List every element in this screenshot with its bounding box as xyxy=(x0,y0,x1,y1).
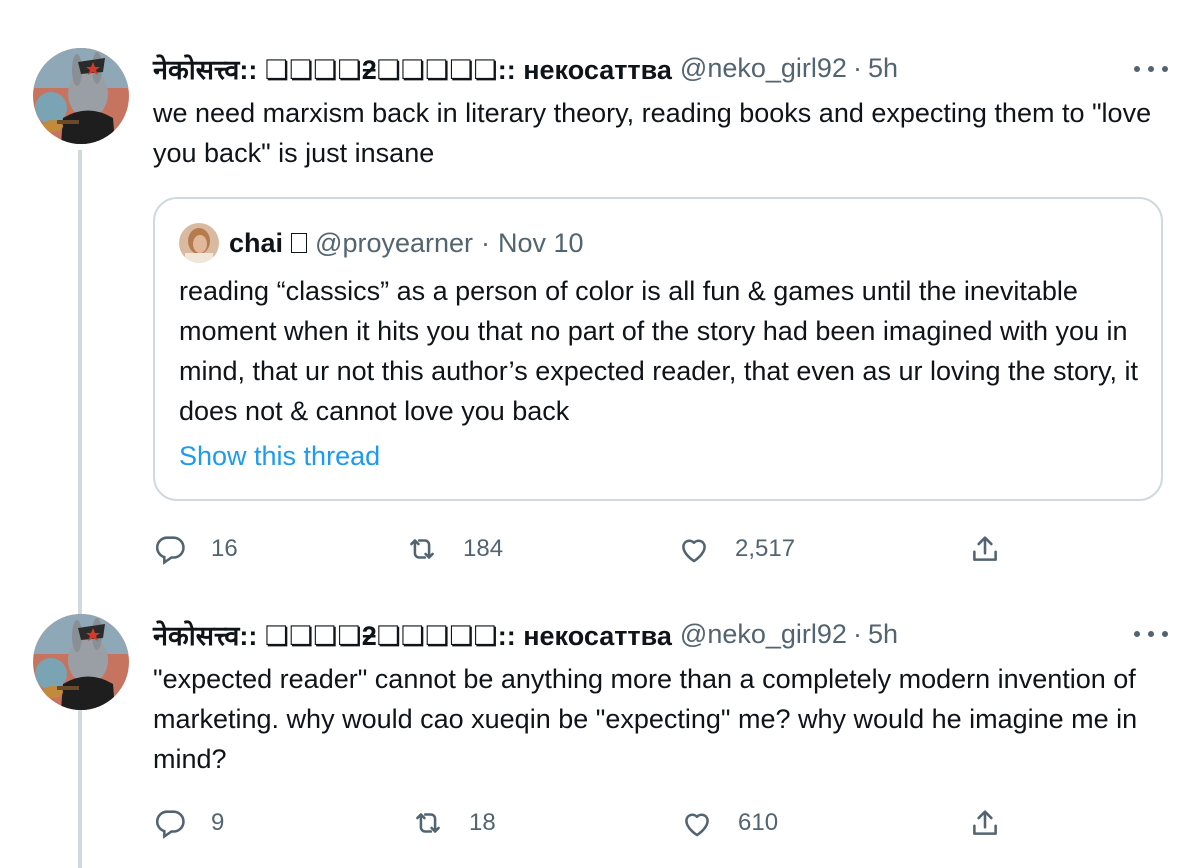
author-avatar[interactable] xyxy=(33,614,129,710)
quoted-tweet-text: reading “classics” as a person of color … xyxy=(179,276,1139,426)
separator-dot: · xyxy=(852,52,862,83)
reply-count: 9 xyxy=(211,809,225,836)
share-icon xyxy=(973,810,997,835)
share-icon xyxy=(973,536,997,561)
tweet-header: नेकोसत्त्व:: ❏❏❏❏ƻ❏❏❏❏❏:: некосаттва @ne… xyxy=(153,616,898,652)
retweet-icon xyxy=(410,539,434,559)
reply-icon xyxy=(155,810,185,839)
reply-button[interactable]: 9 xyxy=(153,803,224,843)
reply-icon xyxy=(155,536,185,565)
tweet-text: "expected reader" cannot be anything mor… xyxy=(153,664,1138,774)
like-count: 610 xyxy=(738,809,779,836)
quoted-author-avatar xyxy=(179,223,219,263)
author-name[interactable]: नेकोसत्त्व:: ❏❏❏❏ƻ❏❏❏❏❏:: некосаттва xyxy=(153,616,672,653)
more-icon xyxy=(1134,631,1140,637)
like-button[interactable]: 610 xyxy=(680,803,778,843)
emoji-badge-icon xyxy=(291,233,308,253)
like-button[interactable]: 2,517 xyxy=(677,529,795,569)
quoted-author-handle: @proyearner xyxy=(315,227,474,258)
reply-count: 16 xyxy=(211,535,238,562)
more-icon xyxy=(1134,66,1140,72)
author-handle[interactable]: @neko_girl92 xyxy=(680,619,847,650)
author-avatar[interactable] xyxy=(33,48,129,144)
quoted-tweet-card[interactable]: chai @proyearner · Nov 10 reading “class… xyxy=(153,197,1163,501)
separator-dot: · xyxy=(481,227,491,258)
tweet-actions: 9 18 610 xyxy=(153,803,1033,843)
author-handle[interactable]: @neko_girl92 xyxy=(680,53,847,84)
tweet-header: नेकोसत्त्व:: ❏❏❏❏ƻ❏❏❏❏❏:: некосаттва @ne… xyxy=(153,50,898,86)
more-icon-dot xyxy=(1148,631,1154,637)
show-thread-link[interactable]: Show this thread xyxy=(179,441,380,472)
share-button[interactable] xyxy=(968,803,1026,843)
tweet-time[interactable]: 5h xyxy=(868,53,898,84)
more-icon-dot xyxy=(1148,66,1154,72)
tweet-text: we need marxism back in literary theory,… xyxy=(153,98,1152,168)
quoted-tweet-header: chai @proyearner · Nov 10 xyxy=(179,223,584,263)
like-count: 2,517 xyxy=(735,535,796,562)
retweet-count: 184 xyxy=(463,535,504,562)
tweet-time[interactable]: 5h xyxy=(868,619,898,650)
quoted-tweet-date: Nov 10 xyxy=(498,227,584,258)
more-options-button[interactable] xyxy=(1134,57,1168,81)
heart-icon xyxy=(685,813,709,837)
more-icon-dot xyxy=(1162,66,1168,72)
retweet-button[interactable]: 184 xyxy=(405,529,503,569)
author-name[interactable]: नेकोसत्त्व:: ❏❏❏❏ƻ❏❏❏❏❏:: некосаттва xyxy=(153,50,672,87)
retweet-count: 18 xyxy=(469,809,496,836)
thread-connector-line xyxy=(78,150,82,868)
retweet-button[interactable]: 18 xyxy=(411,803,496,843)
more-options-button[interactable] xyxy=(1134,622,1168,646)
heart-icon xyxy=(682,539,706,563)
retweet-icon xyxy=(416,813,440,833)
share-button[interactable] xyxy=(968,529,1026,569)
quoted-author-name: chai xyxy=(229,227,284,258)
more-icon-dot xyxy=(1162,631,1168,637)
reply-button[interactable]: 16 xyxy=(153,529,238,569)
separator-dot: · xyxy=(852,618,862,649)
tweet-actions: 16 184 2,517 xyxy=(153,529,1033,569)
